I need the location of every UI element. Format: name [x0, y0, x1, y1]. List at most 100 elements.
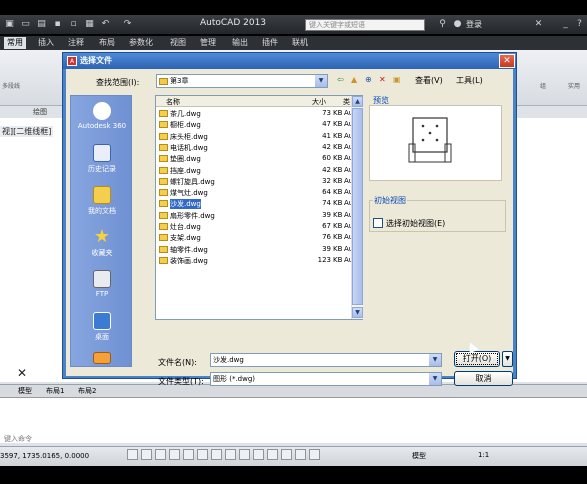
place-more[interactable]: [71, 351, 133, 367]
login-button[interactable]: 登录: [466, 19, 482, 30]
tab-layout[interactable]: 布局: [99, 37, 115, 49]
chevron-down-icon[interactable]: ▼: [429, 373, 441, 385]
tab-layout2[interactable]: 布局2: [78, 386, 96, 396]
viewport-label[interactable]: 视][二维线框]: [0, 126, 54, 137]
place-history[interactable]: 历史记录: [71, 141, 133, 181]
file-row[interactable]: 支架.dwg 76 KB Au: [156, 232, 353, 243]
scroll-thumb[interactable]: [352, 108, 363, 305]
place-documents[interactable]: 我的文档: [71, 183, 133, 223]
search-input[interactable]: 键入关键字或短语: [305, 19, 425, 31]
annotation-scale[interactable]: 1:1: [478, 451, 489, 459]
binoculars-icon[interactable]: ⚲: [437, 19, 448, 30]
file-row[interactable]: 垫圈.dwg 60 KB Au: [156, 153, 353, 164]
user-icon[interactable]: ●: [452, 19, 463, 30]
file-row[interactable]: 煤气灶.dwg 64 KB Au: [156, 187, 353, 198]
cancel-button[interactable]: 取消: [454, 371, 513, 386]
column-name[interactable]: 名称: [166, 97, 180, 107]
command-window[interactable]: [0, 397, 587, 443]
dialog-title-bar[interactable]: A 选择文件 ✕: [63, 53, 516, 69]
file-row[interactable]: 挡座.dwg 42 KB Au: [156, 165, 353, 176]
print-icon[interactable]: ▦: [84, 19, 95, 30]
file-row[interactable]: 床头柜.dwg 41 KB Au: [156, 131, 353, 142]
polyline-label[interactable]: 多段线: [2, 81, 20, 90]
vertical-scrollbar[interactable]: ▲ ▼: [351, 96, 363, 319]
place-ftp[interactable]: FTP: [71, 267, 133, 307]
save-icon[interactable]: ▪: [52, 19, 63, 30]
filetype-dropdown[interactable]: 图形 (*.dwg) ▼: [210, 372, 442, 386]
chevron-down-icon[interactable]: ▼: [315, 75, 327, 87]
dyn-icon[interactable]: [239, 449, 250, 460]
new-folder-icon[interactable]: ▣: [393, 75, 401, 87]
lookin-dropdown[interactable]: 第3章 ▼: [156, 74, 328, 88]
qp-icon[interactable]: [281, 449, 292, 460]
scroll-up-icon[interactable]: ▲: [352, 96, 363, 107]
ortho-icon[interactable]: [155, 449, 166, 460]
back-icon[interactable]: ⇦: [337, 75, 344, 87]
otrack-icon[interactable]: [211, 449, 222, 460]
file-row[interactable]: 茶几.dwg 73 KB Au: [156, 108, 353, 119]
column-type[interactable]: 类: [343, 97, 350, 107]
initial-view-checkbox-label[interactable]: 选择初始视图(E): [386, 218, 445, 229]
grid-icon[interactable]: [141, 449, 152, 460]
command-input[interactable]: 键入命令: [4, 434, 32, 444]
sc-icon[interactable]: [295, 449, 306, 460]
undo-icon[interactable]: ↶: [100, 19, 111, 30]
am-icon[interactable]: [309, 449, 320, 460]
tab-home[interactable]: 常用: [4, 37, 26, 49]
scroll-down-icon[interactable]: ▼: [352, 307, 363, 318]
open-options-button[interactable]: ▼: [502, 351, 513, 367]
tab-online[interactable]: 联机: [292, 37, 308, 49]
tab-insert[interactable]: 插入: [38, 37, 54, 49]
panel-draw-title[interactable]: 绘图: [33, 107, 47, 117]
app-menu-icon[interactable]: ▣: [4, 19, 15, 30]
file-row[interactable]: 轴零件.dwg 39 KB Au: [156, 244, 353, 255]
file-row[interactable]: 灶台.dwg 67 KB Au: [156, 221, 353, 232]
help-icon[interactable]: ?: [574, 19, 585, 30]
new-icon[interactable]: ▭: [20, 19, 31, 30]
3dosnap-icon[interactable]: [197, 449, 208, 460]
tpy-icon[interactable]: [267, 449, 278, 460]
close-button[interactable]: ✕: [499, 54, 515, 68]
minimize-icon[interactable]: _: [560, 19, 571, 30]
file-row[interactable]: 电话机.dwg 42 KB Au: [156, 142, 353, 153]
file-row[interactable]: 扇形零件.dwg 39 KB Au: [156, 210, 353, 221]
model-space-button[interactable]: 模型: [412, 451, 426, 461]
redo-icon[interactable]: ↷: [122, 19, 133, 30]
open-icon[interactable]: ▤: [36, 19, 47, 30]
place-favorites[interactable]: ★ 收藏夹: [71, 225, 133, 265]
tab-view[interactable]: 视图: [170, 37, 186, 49]
delete-icon[interactable]: ✕: [379, 75, 386, 87]
chevron-down-icon[interactable]: ▼: [429, 354, 441, 366]
search-web-icon[interactable]: ⊕: [365, 75, 372, 87]
tab-output[interactable]: 输出: [232, 37, 248, 49]
file-row[interactable]: 装饰画.dwg 123 KB Au: [156, 255, 353, 266]
open-button[interactable]: 打开(O): [454, 351, 500, 367]
tab-layout1[interactable]: 布局1: [46, 386, 64, 396]
filename-field[interactable]: 沙发.dwg ▼: [210, 353, 442, 367]
osnap-icon[interactable]: [183, 449, 194, 460]
initial-view-checkbox[interactable]: [373, 218, 383, 228]
file-list[interactable]: 名称 大小 类 茶几.dwg 73 KB Au 橱柜.dwg 47 KB Au 床头柜.dwg 4…: [155, 95, 363, 320]
group-label[interactable]: 组: [540, 81, 546, 90]
tools-menu[interactable]: 工具(L): [456, 75, 483, 87]
tab-plugins[interactable]: 插件: [262, 37, 278, 49]
polar-icon[interactable]: [169, 449, 180, 460]
tab-model[interactable]: 模型: [18, 386, 32, 396]
file-row[interactable]: 橱柜.dwg 47 KB Au: [156, 119, 353, 130]
snap-icon[interactable]: [127, 449, 138, 460]
tab-parametric[interactable]: 参数化: [129, 37, 153, 49]
view-menu[interactable]: 查看(V): [415, 75, 443, 87]
utilities-label[interactable]: 实用: [568, 81, 580, 90]
file-row[interactable]: 沙发.dwg 74 KB Au: [156, 198, 353, 210]
lwt-icon[interactable]: [253, 449, 264, 460]
column-size[interactable]: 大小: [312, 97, 326, 107]
exchange-icon[interactable]: ✕: [533, 19, 544, 30]
up-folder-icon[interactable]: ▲: [351, 75, 357, 87]
place-desktop[interactable]: 桌面: [71, 309, 133, 349]
tab-manage[interactable]: 管理: [200, 37, 216, 49]
saveas-icon[interactable]: ▫: [68, 19, 79, 30]
tab-annotate[interactable]: 注释: [68, 37, 84, 49]
file-row[interactable]: 螺钉旋具.dwg 32 KB Au: [156, 176, 353, 187]
ducs-icon[interactable]: [225, 449, 236, 460]
place-autodesk360[interactable]: Autodesk 360: [71, 99, 133, 139]
